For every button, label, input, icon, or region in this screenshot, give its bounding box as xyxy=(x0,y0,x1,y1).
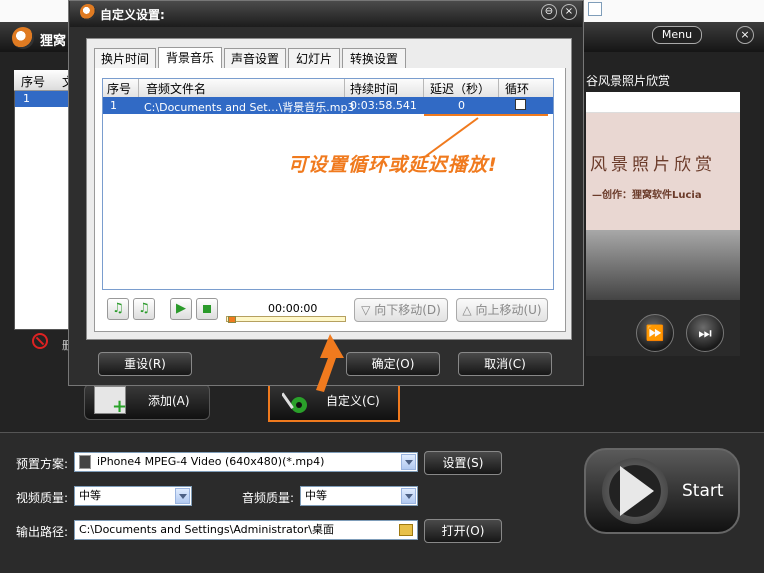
output-path-label: 输出路径: xyxy=(16,525,69,539)
reset-button[interactable]: 重设(R) xyxy=(98,352,192,376)
grid-col-separator xyxy=(498,79,499,97)
preset-label: 预置方案: xyxy=(16,457,69,471)
add-button-label: 添加(A) xyxy=(148,394,190,408)
grid-col-separator xyxy=(423,79,424,97)
dialog-logo-icon xyxy=(80,4,96,20)
annotation-text: 可设置循环或延迟播放! xyxy=(288,154,498,176)
tab-sound-settings[interactable]: 声音设置 xyxy=(224,48,286,68)
ok-button[interactable]: 确定(O) xyxy=(346,352,440,376)
grid-col-separator xyxy=(344,79,345,97)
preset-select[interactable]: iPhone4 MPEG-4 Video (640x480)(*.mp4) xyxy=(74,452,418,472)
remove-music-icon[interactable]: ♫ xyxy=(133,298,155,320)
grid-col-delay: 延迟（秒） xyxy=(430,82,491,96)
preview-title: 谷风景照片欣赏 xyxy=(586,74,671,88)
play-glyph: ▶ xyxy=(176,301,186,316)
app-title: 狸窝 xyxy=(40,34,67,49)
grid-col-loop: 循环 xyxy=(505,82,530,96)
annotation-arrow-icon xyxy=(316,334,344,392)
output-path-input[interactable]: C:\Documents and Settings\Administrator\… xyxy=(74,520,418,540)
folder-icon[interactable] xyxy=(399,524,413,536)
audio-quality-label: 音频质量: xyxy=(242,491,295,505)
video-quality-select[interactable]: 中等 xyxy=(74,486,192,506)
preview-text-author: —创作：狸窝软件Lucia xyxy=(592,190,702,201)
start-button-label: Start xyxy=(682,481,724,501)
row-index: 1 xyxy=(110,99,117,112)
cancel-button[interactable]: 取消(C) xyxy=(458,352,552,376)
file-list-col-index: 序号 xyxy=(21,75,46,89)
tab-slideshow[interactable]: 幻灯片 xyxy=(288,48,340,68)
file-list-header: 序号 文 xyxy=(14,70,74,91)
next-button[interactable]: ⏭ xyxy=(686,314,724,352)
move-up-button[interactable]: △ 向上移动(U) xyxy=(456,298,548,322)
chevron-down-icon xyxy=(175,488,190,504)
chevron-down-icon xyxy=(401,454,416,470)
file-list-row[interactable]: 1 xyxy=(15,91,74,107)
dialog-title: 自定义设置: xyxy=(100,8,165,22)
move-up-icon: △ xyxy=(462,303,476,317)
stop-icon[interactable] xyxy=(196,298,218,320)
row-duration: 0:03:58.541 xyxy=(350,99,417,112)
grid-col-duration: 持续时间 xyxy=(350,82,399,96)
next-icon: ⏭ xyxy=(698,324,712,342)
add-music-glyph: ♫ xyxy=(112,301,124,316)
add-music-icon[interactable]: ♫ xyxy=(107,298,129,320)
menu-button[interactable]: Menu xyxy=(652,26,702,44)
progress-slider-handle[interactable] xyxy=(228,316,236,323)
fast-forward-button[interactable]: ⏩ xyxy=(636,314,674,352)
video-quality-value: 中等 xyxy=(79,489,101,502)
tab-transition-time[interactable]: 换片时间 xyxy=(94,48,156,68)
minimize-icon[interactable]: ⊖ xyxy=(541,4,557,20)
video-quality-label: 视频质量: xyxy=(16,491,69,505)
output-path-value: C:\Documents and Settings\Administrator\… xyxy=(79,523,335,536)
close-icon[interactable]: × xyxy=(561,4,577,20)
preset-settings-label: 设置(S) xyxy=(442,456,484,470)
preset-settings-button[interactable]: 设置(S) xyxy=(424,451,502,475)
delete-icon[interactable] xyxy=(32,333,48,349)
playback-time: 00:00:00 xyxy=(268,302,318,315)
file-list-row-index: 1 xyxy=(23,92,30,105)
cancel-button-label: 取消(C) xyxy=(484,357,526,371)
play-icon[interactable]: ▶ xyxy=(170,298,192,320)
move-down-icon: ▽ xyxy=(361,303,375,317)
move-down-label: 向下移动(D) xyxy=(374,303,441,317)
playback-progress-bar[interactable] xyxy=(226,316,346,322)
preview-text-title: 风景照片欣赏 xyxy=(590,155,716,175)
remove-music-glyph: ♫ xyxy=(138,301,150,316)
audio-quality-select[interactable]: 中等 xyxy=(300,486,418,506)
file-list[interactable] xyxy=(14,70,76,330)
menu-button-label: Menu xyxy=(661,28,693,41)
app-logo-icon xyxy=(12,27,34,49)
chevron-down-icon xyxy=(401,488,416,504)
start-triangle-icon xyxy=(620,466,654,516)
fast-forward-icon: ⏩ xyxy=(645,324,665,342)
preview-banner xyxy=(586,92,740,113)
reset-button-label: 重设(R) xyxy=(124,357,166,371)
row-loop-checkbox[interactable] xyxy=(515,99,526,110)
ok-button-label: 确定(O) xyxy=(371,357,415,371)
row-filename: C:\Documents and Set…\背景音乐.mp3 xyxy=(144,101,355,114)
open-folder-button[interactable]: 打开(O) xyxy=(424,519,502,543)
grid-col-index: 序号 xyxy=(107,82,132,96)
row-delay[interactable]: 0 xyxy=(458,99,465,112)
grid-col-separator xyxy=(138,79,139,97)
tab-background-music[interactable]: 背景音乐 xyxy=(158,47,222,69)
add-plus-icon: + xyxy=(112,396,128,417)
audio-quality-value: 中等 xyxy=(305,489,327,502)
phone-icon xyxy=(79,455,91,469)
open-folder-label: 打开(O) xyxy=(441,524,485,538)
preset-value: iPhone4 MPEG-4 Video (640x480)(*.mp4) xyxy=(97,455,325,468)
grid-col-filename: 音频文件名 xyxy=(146,82,207,96)
move-up-label: 向上移动(U) xyxy=(475,303,542,317)
grid-scrollbar[interactable] xyxy=(549,97,553,114)
move-down-button[interactable]: ▽ 向下移动(D) xyxy=(354,298,448,322)
preview-bottom xyxy=(586,230,740,300)
tab-convert-settings[interactable]: 转换设置 xyxy=(342,48,406,68)
desktop-checkbox xyxy=(588,2,602,16)
main-close-icon[interactable]: × xyxy=(736,26,754,44)
